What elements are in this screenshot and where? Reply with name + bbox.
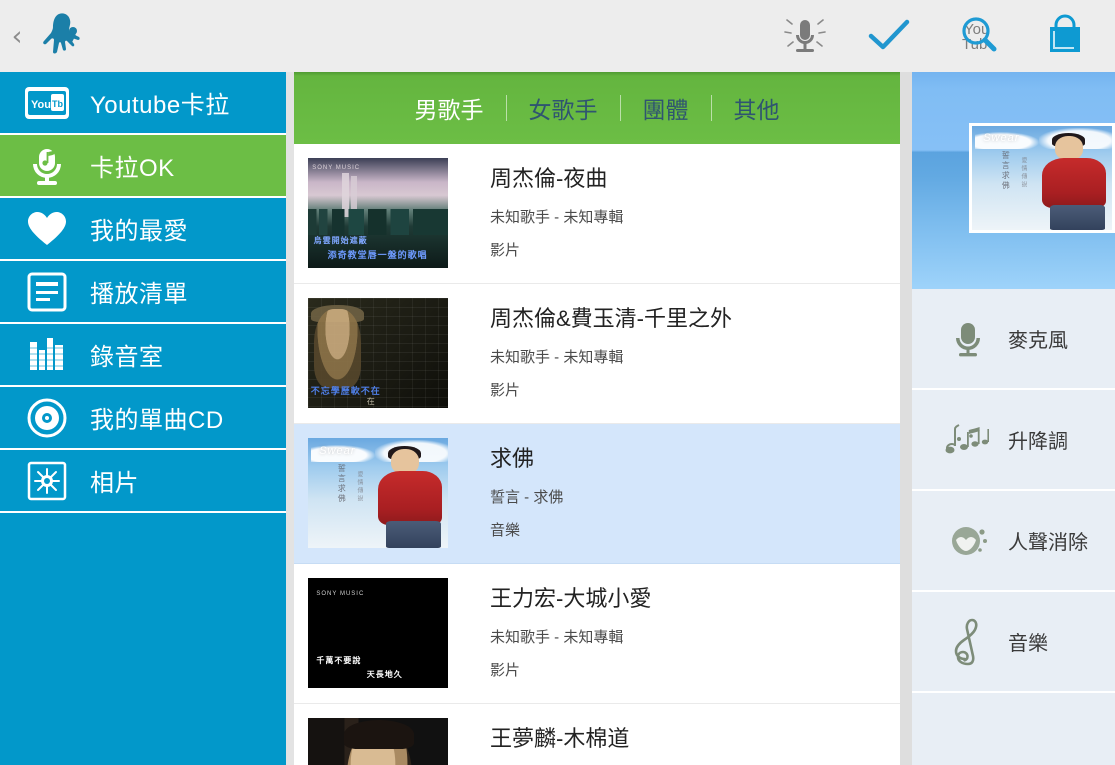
sidebar-item-recording-studio[interactable]: 錄音室 <box>0 324 286 387</box>
song-title: 求佛 <box>490 446 535 471</box>
song-type: 影片 <box>490 381 521 399</box>
sidebar-item-label: 相片 <box>90 470 139 497</box>
song-type: 影片 <box>490 661 521 679</box>
song-meta: 周杰倫&費玉清-千里之外 未知歌手 - 未知專輯 影片 <box>490 298 732 400</box>
microphone-icon <box>934 311 1002 367</box>
now-playing-preview[interactable]: Swear 誓言求佛 愛情傳說 <box>912 72 1115 289</box>
song-list-item[interactable]: SONY MUSIC 烏雲開始遮蔽 添奇教堂唇一盤的歌唱 周杰倫-夜曲 未知歌手… <box>294 144 900 284</box>
thumb-lyric-line: 天長地久 <box>366 670 403 680</box>
song-subtitle: 未知歌手 - 未知專輯 <box>490 348 624 366</box>
karaoke-mic-icon <box>20 144 74 188</box>
sidebar-item-label: 我的單曲CD <box>90 407 224 434</box>
photo-icon <box>20 459 74 503</box>
thumb-lyric-line: 烏雲開始遮蔽 <box>313 236 368 245</box>
list-panel-divider <box>900 72 912 765</box>
song-type: 影片 <box>490 241 521 259</box>
control-item-vocal-remove[interactable]: 人聲消除 <box>912 491 1115 592</box>
thumb-badge: SONY MUSIC <box>316 591 365 598</box>
back-button[interactable]: ‹ <box>2 23 32 50</box>
sidebar-item-playlist[interactable]: 播放清單 <box>0 261 286 324</box>
control-item-label: 升降調 <box>1008 431 1068 453</box>
vocal-remove-icon <box>934 513 1002 569</box>
playlist-icon <box>20 270 74 314</box>
youtube-search-icon[interactable]: You Tub <box>943 6 1015 66</box>
control-item-label: 麥克風 <box>1008 330 1068 352</box>
song-list: SONY MUSIC 烏雲開始遮蔽 添奇教堂唇一盤的歌唱 周杰倫-夜曲 未知歌手… <box>294 144 900 765</box>
song-type: 音樂 <box>490 521 521 539</box>
song-meta: 王夢麟-木棉道 <box>490 718 629 765</box>
song-thumbnail: Swear 誓言求佛 愛情傳說 <box>308 438 448 548</box>
sidebar-item-label: Youtube卡拉 <box>90 92 230 119</box>
song-browser: 男歌手 女歌手 團體 其他 SONY MUSIC 烏雲開始遮蔽 添奇教堂唇一盤的… <box>294 72 900 765</box>
tab-female-singers[interactable]: 女歌手 <box>507 91 620 125</box>
svg-text:You: You <box>31 99 51 111</box>
song-title: 周杰倫&費玉清-千里之外 <box>490 306 733 331</box>
artwork-vertical-text: 愛情傳說 <box>1019 157 1026 190</box>
sidebar-item-label: 錄音室 <box>90 344 164 371</box>
treble-clef-icon <box>934 614 1002 670</box>
sidebar-item-label: 卡拉OK <box>90 155 175 182</box>
control-item-microphone[interactable]: 麥克風 <box>912 289 1115 390</box>
heart-icon <box>20 207 74 251</box>
song-thumbnail <box>308 718 448 765</box>
tab-others[interactable]: 其他 <box>712 91 802 125</box>
music-notes-icon <box>934 412 1002 468</box>
song-title: 周杰倫-夜曲 <box>490 166 608 191</box>
song-title: 王夢麟-木棉道 <box>490 726 630 751</box>
tab-groups[interactable]: 團體 <box>621 91 711 125</box>
song-list-item[interactable]: 不忘學歷軟不在 在 周杰倫&費玉清-千里之外 未知歌手 - 未知專輯 影片 <box>294 284 900 424</box>
sidebar-item-karaoke[interactable]: 卡拉OK <box>0 135 286 198</box>
control-item-pitch[interactable]: 升降調 <box>912 390 1115 491</box>
cd-disc-icon <box>20 396 74 440</box>
song-meta: 王力宏-大城小愛 未知歌手 - 未知專輯 影片 <box>490 578 651 680</box>
song-meta: 周杰倫-夜曲 未知歌手 - 未知專輯 影片 <box>490 158 623 260</box>
control-item-label: 人聲消除 <box>1008 532 1088 554</box>
shopping-bag-icon[interactable] <box>1029 6 1101 66</box>
youtube-icon: You Tb <box>20 81 74 125</box>
sidebar-item-label: 我的最愛 <box>90 218 188 245</box>
song-meta: 求佛 誓言 - 求佛 音樂 <box>490 438 563 540</box>
check-icon[interactable] <box>853 6 925 66</box>
top-bar: ‹ You Tub <box>0 0 1115 72</box>
sidebar-item-youtube[interactable]: You Tb Youtube卡拉 <box>0 72 286 135</box>
song-thumbnail: 不忘學歷軟不在 在 <box>308 298 448 408</box>
singer-silhouette-logo <box>37 6 95 66</box>
sidebar: You Tb Youtube卡拉 卡拉OK 我的最愛 播放清單 錄音室 我的單曲… <box>0 72 286 765</box>
thumb-title-text: Swear <box>319 444 356 457</box>
tab-male-singers[interactable]: 男歌手 <box>393 91 506 125</box>
equalizer-icon <box>20 333 74 377</box>
song-list-item[interactable]: SONY MUSIC 千萬不要說 天長地久 王力宏-大城小愛 未知歌手 - 未知… <box>294 564 900 704</box>
now-playing-artwork: Swear 誓言求佛 愛情傳說 <box>969 123 1115 233</box>
control-panel: Swear 誓言求佛 愛情傳說 麥克風 升降調 人聲消除 音樂 <box>912 72 1115 765</box>
control-item-music[interactable]: 音樂 <box>912 592 1115 693</box>
sidebar-list-divider <box>286 72 294 765</box>
thumb-badge: SONY MUSIC <box>312 164 361 171</box>
song-subtitle: 誓言 - 求佛 <box>490 488 564 506</box>
artwork-title-text: Swear <box>983 132 1020 145</box>
control-item-label: 音樂 <box>1008 633 1048 655</box>
song-title: 王力宏-大城小愛 <box>490 586 652 611</box>
thumb-lyric-line: 千萬不要說 <box>316 656 362 665</box>
sidebar-item-label: 播放清單 <box>90 281 188 308</box>
karaoke-app-window: ‹ You Tub You Tb Youtube卡拉 卡拉OK 我的最愛 播放清… <box>0 0 1115 765</box>
sidebar-item-favorites[interactable]: 我的最愛 <box>0 198 286 261</box>
thumb-lyric-line: 在 <box>366 396 376 406</box>
song-list-item-selected[interactable]: Swear 誓言求佛 愛情傳說 求佛 誓言 - 求佛 音樂 <box>294 424 900 564</box>
category-tabbar: 男歌手 女歌手 團體 其他 <box>294 72 900 144</box>
thumb-vertical-text: 愛情傳說 <box>355 471 362 503</box>
song-subtitle: 未知歌手 - 未知專輯 <box>490 208 624 226</box>
sidebar-item-my-cd[interactable]: 我的單曲CD <box>0 387 286 450</box>
song-thumbnail: SONY MUSIC 千萬不要說 天長地久 <box>308 578 448 688</box>
microphone-icon[interactable] <box>769 6 841 66</box>
song-list-item[interactable]: 王夢麟-木棉道 <box>294 704 900 765</box>
svg-text:Tb: Tb <box>52 99 63 109</box>
song-subtitle: 未知歌手 - 未知專輯 <box>490 628 624 646</box>
sidebar-empty-area <box>0 513 286 765</box>
thumb-lyric-line: 添奇教堂唇一盤的歌唱 <box>327 250 428 261</box>
song-thumbnail: SONY MUSIC 烏雲開始遮蔽 添奇教堂唇一盤的歌唱 <box>308 158 448 268</box>
sidebar-item-photos[interactable]: 相片 <box>0 450 286 513</box>
